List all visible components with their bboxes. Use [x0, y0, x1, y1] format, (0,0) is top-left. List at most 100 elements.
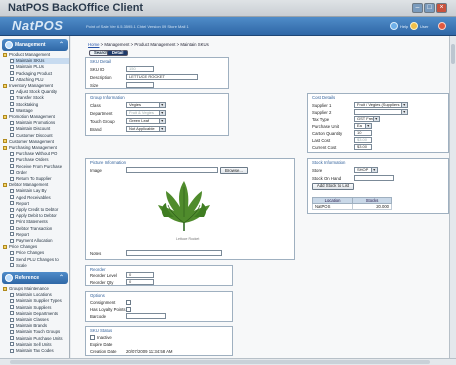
reference-header[interactable]: Reference ⌃ — [2, 272, 68, 284]
touch-group-select[interactable]: Green Leaf ▼ — [126, 118, 166, 124]
sidebar-category[interactable]: Groups Maintenance — [3, 286, 69, 292]
help-icon[interactable] — [390, 22, 398, 30]
sidebar-item[interactable]: Print Statements — [10, 219, 69, 225]
sidebar-item[interactable]: Return To Supplier — [10, 176, 69, 182]
sidebar-item-label: Promotion Management — [9, 114, 55, 119]
scroll-thumb[interactable] — [10, 360, 430, 364]
description-field[interactable]: LETTUCE ROCKET — [126, 74, 198, 80]
sidebar-item[interactable]: Maintain Touch Groups — [10, 329, 69, 335]
brand-select[interactable]: Not Applicable ▼ — [126, 126, 166, 132]
maximize-button[interactable]: □ — [424, 3, 435, 13]
image-path-field[interactable] — [126, 167, 218, 173]
stock-on-hand-field[interactable] — [354, 175, 394, 181]
sidebar-item[interactable]: Maintain Sell Units — [10, 342, 69, 348]
browse-button[interactable]: Browse... — [220, 166, 248, 174]
carton-quantity-field[interactable]: 10 — [354, 130, 372, 136]
sidebar-item[interactable]: Apply Debit to Debtor — [10, 213, 69, 219]
sidebar-item[interactable]: Report — [10, 201, 69, 207]
folder-icon — [3, 52, 7, 57]
sidebar-item[interactable]: Maintain Tax Codes — [10, 348, 69, 354]
sidebar-item[interactable]: Adjust Stock Quantity — [10, 89, 69, 95]
sidebar-category[interactable]: Product Management — [3, 52, 69, 58]
last-cost-field[interactable]: $3.00 — [354, 137, 372, 143]
consignment-label: Consignment — [90, 300, 116, 305]
sidebar-item[interactable]: Maintain Purchase Units — [10, 336, 69, 342]
user-icon[interactable] — [410, 22, 418, 30]
size-field[interactable] — [126, 82, 154, 88]
sidebar-category[interactable]: Inventory Management — [3, 83, 69, 89]
consignment-checkbox[interactable] — [126, 299, 131, 305]
supplier2-label: Supplier 2 — [312, 110, 332, 115]
exit-icon[interactable] — [438, 22, 446, 30]
horizontal-scrollbar[interactable] — [0, 358, 456, 365]
loyalty-checkbox[interactable] — [126, 306, 131, 312]
store-select[interactable]: SHOP ▼ — [354, 167, 378, 173]
reorder-level-field[interactable]: 0 — [126, 272, 154, 278]
detail-tab-button[interactable]: Detail — [107, 50, 129, 56]
collapse-icon[interactable]: ⌃ — [59, 274, 64, 281]
sidebar-item[interactable]: Customer Discount — [10, 133, 69, 139]
sidebar-item[interactable]: Apply Credit to Debtor — [10, 207, 69, 213]
current-cost-field[interactable]: $3.00 — [354, 144, 372, 150]
vertical-scrollbar[interactable] — [449, 36, 456, 358]
department-select[interactable]: Fruit & Vegies ▼ — [126, 110, 166, 116]
sidebar-item[interactable]: Maintain Supplier Types — [10, 298, 69, 304]
table-row[interactable]: NatPOS 20.000 — [311, 203, 392, 210]
scroll-thumb[interactable] — [451, 44, 455, 64]
sidebar-item[interactable]: Purchase Orders — [10, 157, 69, 163]
sidebar-item[interactable]: Maintain Suppliers — [10, 305, 69, 311]
page-icon — [10, 120, 14, 125]
sidebar-item[interactable]: Scale — [10, 263, 69, 269]
minimize-button[interactable]: – — [412, 3, 423, 13]
sidebar-item[interactable]: Receive From Purchase — [10, 163, 69, 170]
supplier2-select[interactable]: ▼ — [354, 109, 408, 115]
chevron-down-icon: ▼ — [160, 111, 164, 115]
sidebar-item[interactable]: Maintain Lay By — [10, 188, 69, 194]
inactive-checkbox[interactable] — [90, 334, 95, 340]
barcode-field[interactable] — [126, 313, 166, 319]
close-button[interactable]: × — [436, 3, 447, 13]
purchase-unit-select[interactable]: Ea ▼ — [354, 123, 372, 129]
tax-type-select[interactable]: GST Free ▼ — [354, 116, 380, 122]
add-stock-button[interactable]: Add Stock to List — [312, 183, 354, 190]
sidebar-item[interactable]: Payment Allocation — [10, 238, 69, 244]
sidebar-category[interactable]: Debtor Management — [3, 182, 69, 188]
user-label[interactable]: User — [420, 24, 428, 29]
sidebar-item[interactable]: Send PLU Changes to — [10, 257, 69, 263]
sidebar-item[interactable]: Price Changes — [10, 250, 69, 256]
sidebar-item[interactable]: Debtor Transaction — [10, 226, 69, 232]
sidebar-item[interactable]: Attaching PLU — [10, 77, 69, 83]
sidebar-category[interactable]: Price Changes — [3, 244, 69, 250]
sidebar-item[interactable]: Order — [10, 170, 69, 176]
sidebar-item[interactable]: Aged Receivables — [10, 195, 69, 201]
sidebar-item[interactable]: Maintain Discount — [10, 126, 69, 132]
management-header[interactable]: Management ⌃ — [2, 39, 68, 51]
class-select[interactable]: Vegies ▼ — [126, 102, 166, 108]
sidebar-category[interactable]: Promotion Management — [3, 114, 69, 120]
sidebar-item[interactable]: Maintain Departments — [10, 311, 69, 317]
sidebar-item-label: Receive From Purchase — [16, 163, 63, 169]
description-label: Description — [90, 75, 112, 80]
notes-field[interactable] — [126, 250, 222, 256]
sidebar-item[interactable]: Maintain SKUs — [10, 58, 69, 65]
sidebar-item[interactable]: Wastage — [10, 108, 69, 114]
sidebar-item[interactable]: Maintain Brands — [10, 323, 69, 329]
reference-title: Reference — [15, 275, 40, 281]
breadcrumb-home-link[interactable]: Home — [88, 42, 99, 47]
sidebar-item[interactable]: Stocktaking — [10, 102, 69, 108]
sidebar-item[interactable]: Report — [10, 232, 69, 238]
sidebar-item[interactable]: Maintain Locations — [10, 292, 69, 298]
help-label[interactable]: Help — [400, 24, 408, 29]
sidebar-item[interactable]: Packaging Product — [10, 71, 69, 77]
sidebar-item[interactable]: Transfer Stock — [10, 95, 69, 101]
sidebar-item[interactable]: Maintain PLUs — [10, 64, 69, 70]
collapse-icon[interactable]: ⌃ — [59, 41, 64, 48]
sidebar-category[interactable]: Customer Management — [3, 139, 69, 145]
sidebar-item[interactable]: Maintain Promotions — [10, 120, 69, 126]
sidebar-item[interactable]: Maintain Classes — [10, 317, 69, 323]
sidebar-item[interactable]: Purchase Without PO — [10, 151, 69, 157]
supplier1-select[interactable]: Fruit / Vegies (Suppliers ▼ — [354, 102, 408, 108]
sku-id-field[interactable]: 150 — [126, 66, 154, 72]
sidebar-category[interactable]: Purchasing Management — [3, 145, 69, 151]
reorder-qty-field[interactable]: 0 — [126, 279, 154, 285]
